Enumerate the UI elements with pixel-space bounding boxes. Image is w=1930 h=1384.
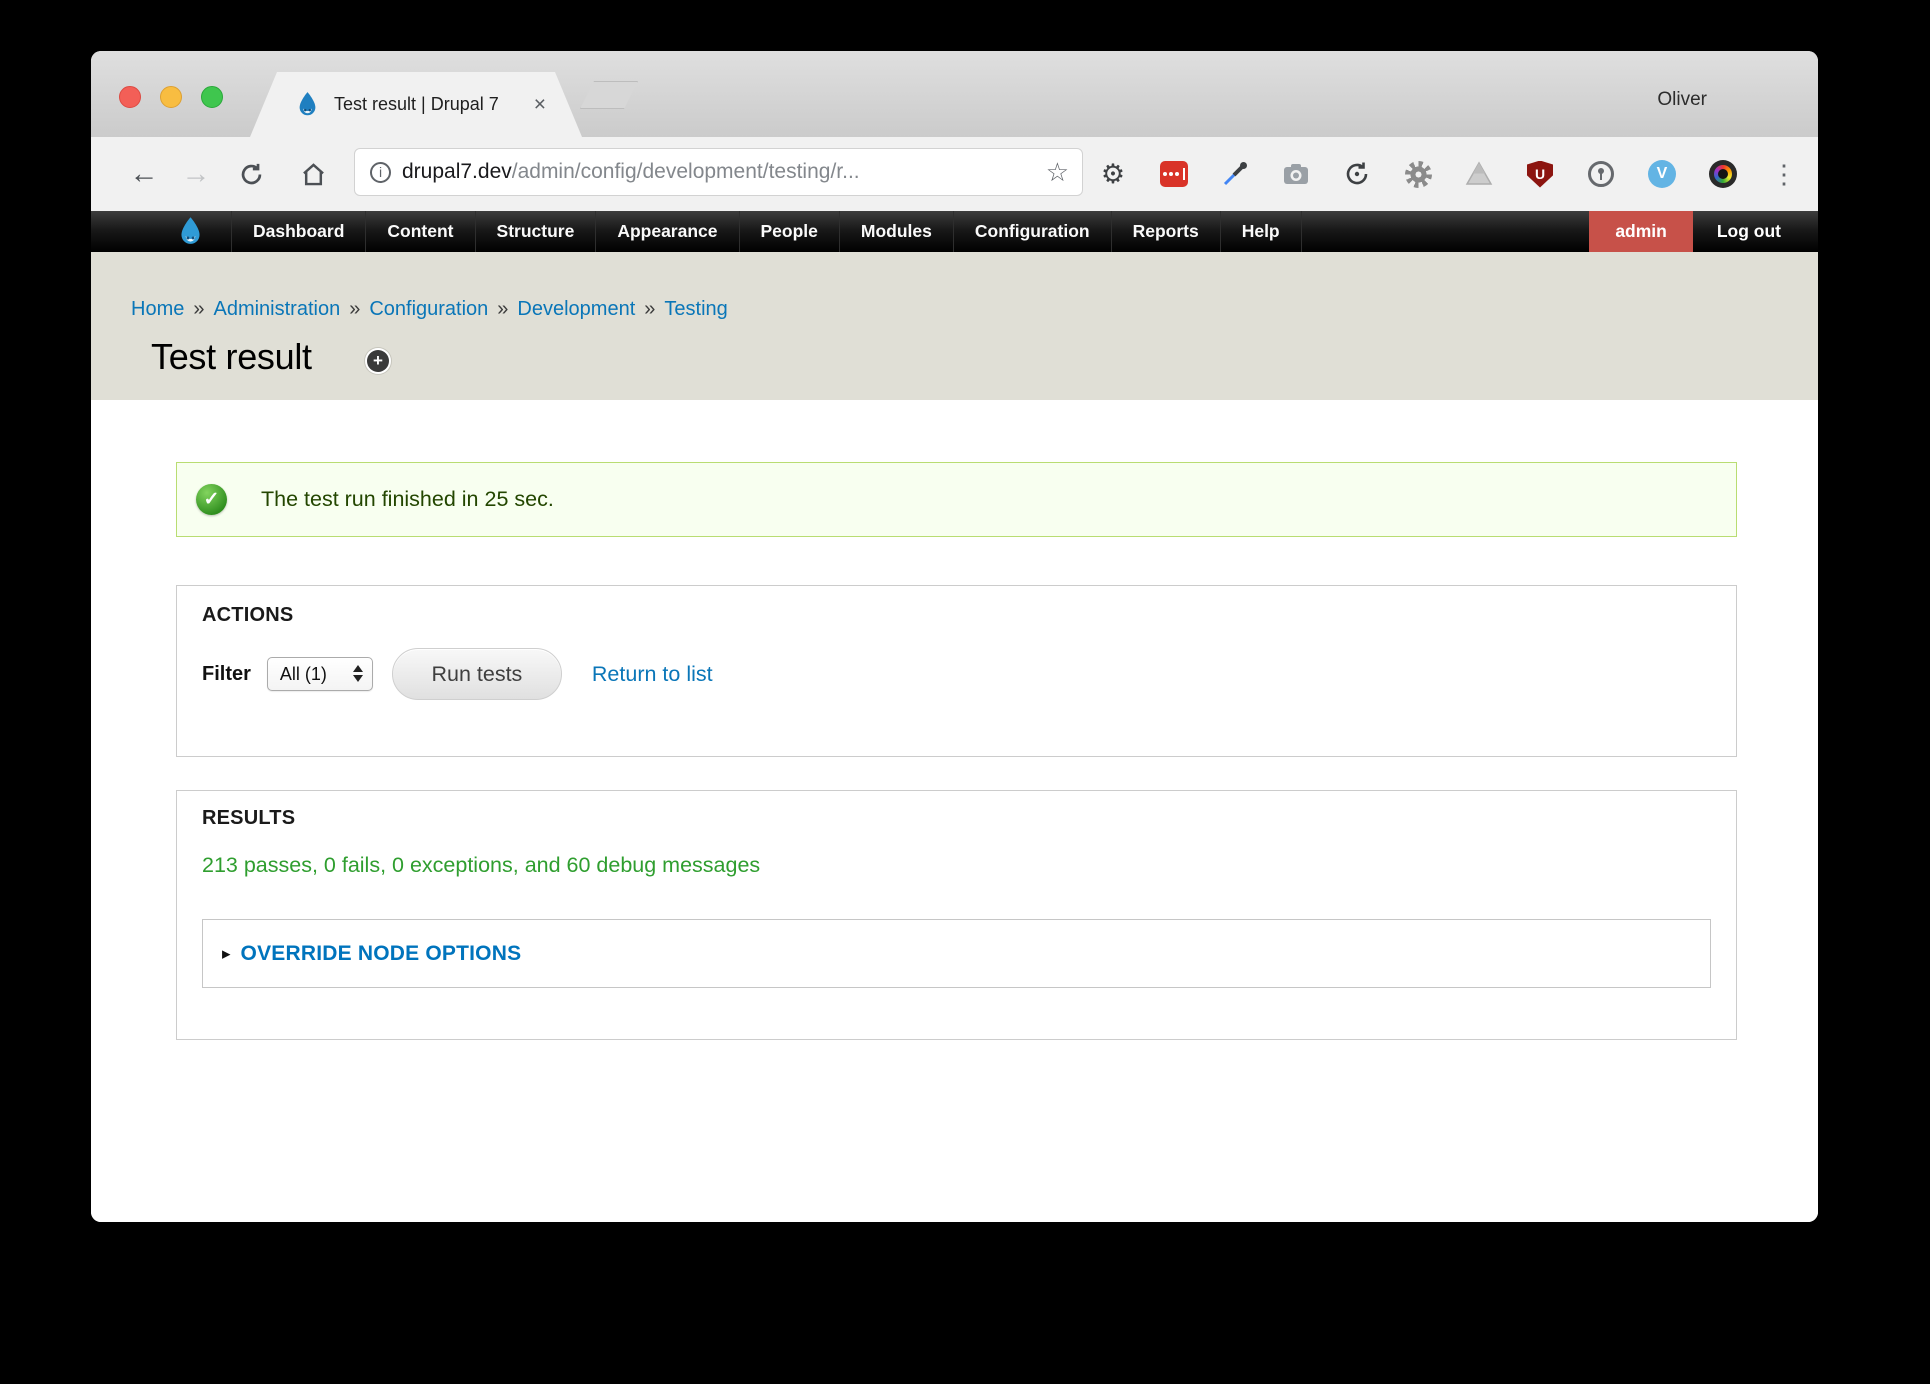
admin-menu-item[interactable]: Appearance	[595, 211, 738, 252]
gear-flower-icon[interactable]	[1403, 159, 1433, 189]
override-node-options-toggle[interactable]: ▸ OVERRIDE NODE OPTIONS	[202, 919, 1711, 988]
gear-icon[interactable]: ⚙	[1098, 159, 1128, 189]
filter-select-value: All (1)	[280, 664, 327, 685]
browser-window: Test result | Drupal 7 × Oliver ← →	[91, 51, 1818, 1222]
browser-profile-name[interactable]: Oliver	[1657, 89, 1707, 111]
filter-select[interactable]: All (1)	[267, 657, 373, 691]
breadcrumb-link[interactable]: Configuration	[369, 298, 488, 321]
drupal-admin-toolbar: DashboardContentStructureAppearancePeopl…	[91, 211, 1818, 252]
url-path: /admin/config/development/testing/r...	[512, 160, 860, 184]
refresh-clock-icon[interactable]	[1342, 159, 1372, 189]
admin-menu-item[interactable]: Reports	[1111, 211, 1220, 252]
active-tab[interactable]: Test result | Drupal 7 ×	[250, 72, 582, 137]
admin-menu-item[interactable]: People	[739, 211, 839, 252]
collapsed-triangle-icon: ▸	[222, 945, 231, 962]
breadcrumb: Home » Administration » Configuration » Develo…	[131, 298, 728, 321]
breadcrumb-link[interactable]: Testing	[664, 298, 727, 321]
bookmark-star-icon[interactable]: ☆	[1046, 159, 1069, 185]
breadcrumb-link[interactable]: Development	[517, 298, 635, 321]
breadcrumb-separator: »	[644, 298, 655, 321]
site-info-icon[interactable]: i	[370, 162, 391, 183]
admin-menu-item[interactable]: Dashboard	[231, 211, 365, 252]
new-tab-button[interactable]	[580, 81, 638, 109]
tab-close-icon[interactable]: ×	[534, 93, 546, 117]
admin-menu-item[interactable]: Configuration	[953, 211, 1111, 252]
forward-icon[interactable]: →	[178, 155, 214, 193]
drupal-logo-icon[interactable]	[175, 216, 206, 247]
toolbar-admin-user[interactable]: admin	[1589, 211, 1693, 252]
actions-fieldset: ACTIONS Filter All (1) Run tests Return …	[176, 585, 1737, 757]
url-input[interactable]: i drupal7.dev /admin/config/development/…	[354, 148, 1083, 196]
admin-menu-item[interactable]: Structure	[475, 211, 596, 252]
breadcrumb-separator: »	[497, 298, 508, 321]
admin-menu-item[interactable]: Help	[1220, 211, 1302, 252]
fullscreen-window-button[interactable]	[201, 86, 223, 108]
status-message-text: The test run finished in 25 sec.	[261, 487, 554, 512]
select-arrows-icon	[353, 665, 363, 682]
actions-legend: ACTIONS	[202, 604, 293, 627]
close-window-button[interactable]	[119, 86, 141, 108]
extension-toolbar: ⚙	[1098, 158, 1799, 190]
success-check-icon: ✓	[196, 484, 227, 515]
v-badge-icon[interactable]: V	[1647, 159, 1677, 189]
back-icon[interactable]: ←	[126, 155, 162, 193]
camera-lens-icon[interactable]	[1708, 159, 1738, 189]
drive-triangle-icon[interactable]	[1464, 159, 1494, 189]
actions-row: Filter All (1) Run tests Return to list	[202, 646, 713, 702]
reload-icon[interactable]	[238, 155, 274, 193]
tab-title: Test result | Drupal 7	[334, 94, 499, 115]
admin-menu-item[interactable]: Content	[365, 211, 474, 252]
breadcrumb-link[interactable]: Home	[131, 298, 184, 321]
breadcrumb-separator: »	[349, 298, 360, 321]
url-host: drupal7.dev	[402, 160, 512, 184]
browser-titlebar: Test result | Drupal 7 × Oliver	[91, 51, 1818, 137]
ublock-shield-icon[interactable]: U	[1525, 159, 1555, 189]
screenshot-stage: Test result | Drupal 7 × Oliver ← →	[0, 0, 1930, 1384]
page-header: Home » Administration » Configuration » Develo…	[91, 252, 1818, 400]
browser-menu-icon[interactable]: ⋮	[1769, 159, 1799, 189]
add-shortcut-icon[interactable]: +	[367, 350, 389, 372]
results-fieldset: RESULTS 213 passes, 0 fails, 0 exception…	[176, 790, 1737, 1040]
home-icon[interactable]	[300, 155, 336, 193]
browser-navbar: ← → i drupal7.dev /admin/config/developm…	[91, 137, 1818, 211]
results-summary: 213 passes, 0 fails, 0 exceptions, and 6…	[202, 853, 760, 878]
filter-label: Filter	[202, 663, 251, 686]
page-title: Test result	[151, 336, 312, 378]
page-content: ✓ The test run finished in 25 sec. ACTIO…	[91, 400, 1818, 1222]
minimize-window-button[interactable]	[160, 86, 182, 108]
breadcrumb-link[interactable]: Administration	[213, 298, 340, 321]
camera-icon[interactable]	[1281, 159, 1311, 189]
breadcrumb-separator: »	[193, 298, 204, 321]
override-node-options-label: OVERRIDE NODE OPTIONS	[241, 942, 522, 966]
return-to-list-link[interactable]: Return to list	[592, 662, 713, 687]
admin-menu-item[interactable]: Modules	[839, 211, 953, 252]
eyedropper-icon[interactable]	[1220, 159, 1250, 189]
toolbar-user-area: admin Log out	[1589, 211, 1805, 252]
results-legend: RESULTS	[202, 807, 295, 830]
status-message: ✓ The test run finished in 25 sec.	[176, 462, 1737, 537]
onepassword-icon[interactable]	[1586, 159, 1616, 189]
password-dots-icon[interactable]	[1159, 159, 1189, 189]
toolbar-logout-link[interactable]: Log out	[1693, 211, 1805, 252]
admin-menu: DashboardContentStructureAppearancePeopl…	[231, 211, 1302, 252]
run-tests-button[interactable]: Run tests	[392, 648, 562, 700]
drupal-favicon-icon	[294, 91, 321, 118]
